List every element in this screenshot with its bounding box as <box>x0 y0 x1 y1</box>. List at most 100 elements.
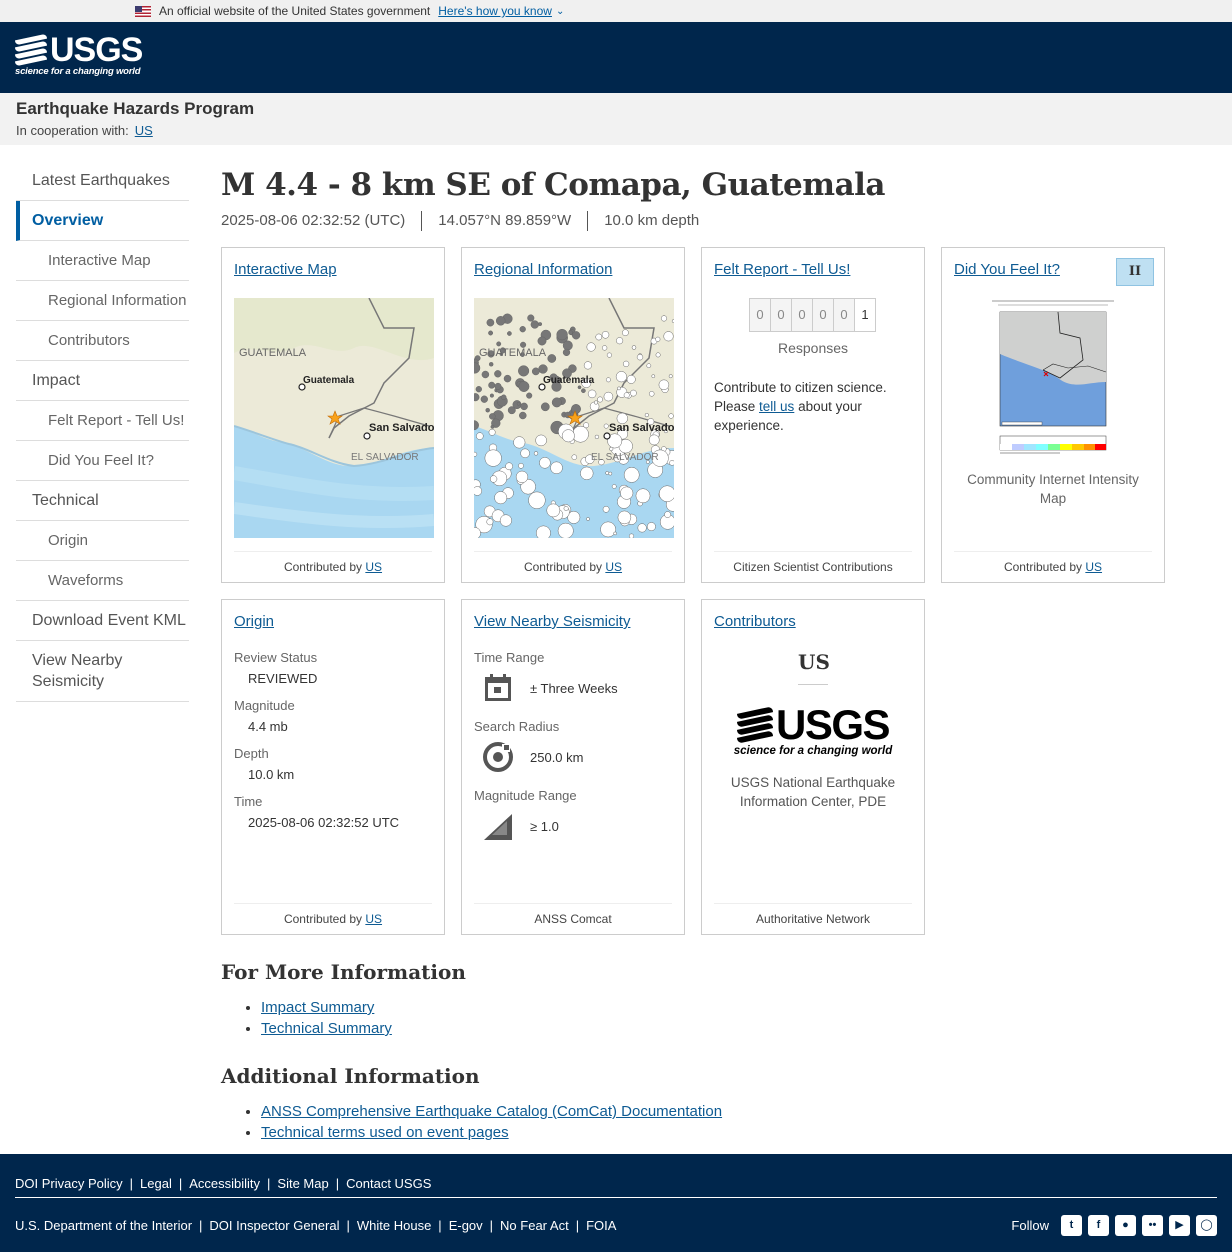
seismicity-dot <box>474 486 483 496</box>
contributors-footer: Authoritative Network <box>714 903 912 926</box>
seismicity-dot <box>484 449 502 467</box>
seismicity-dot <box>474 393 480 402</box>
cooperation-link[interactable]: US <box>135 123 153 138</box>
seismicity-dot <box>571 404 581 414</box>
seismicity-dot <box>489 413 496 420</box>
intensity-map-thumbnail[interactable] <box>988 298 1118 458</box>
sidebar-item-did-you-feel-it[interactable]: Did You Feel It? <box>16 441 189 481</box>
footer-link-egov[interactable]: E-gov <box>449 1218 483 1233</box>
seismicity-dot <box>546 503 561 518</box>
contributors-link[interactable]: Contributors <box>714 612 912 632</box>
seismicity-dot <box>562 340 573 351</box>
tell-us-link[interactable]: tell us <box>759 399 794 414</box>
sidebar-item-interactive-map[interactable]: Interactive Map <box>16 241 189 281</box>
origin-link[interactable]: Origin <box>234 612 432 632</box>
felt-report-link[interactable]: Felt Report - Tell Us! <box>714 260 912 280</box>
footer-link-contact[interactable]: Contact USGS <box>346 1176 431 1191</box>
how-you-know-link[interactable]: Here's how you know <box>438 4 552 18</box>
contributor-code: US <box>798 650 830 685</box>
technical-summary-link[interactable]: Technical Summary <box>261 1020 392 1037</box>
map-label-guatemala-city: Guatemala <box>303 375 355 386</box>
regional-contributor-link[interactable]: US <box>605 560 622 574</box>
footer-link-white-house[interactable]: White House <box>357 1218 431 1233</box>
seismicity-dot <box>551 397 562 408</box>
usgs-logo-word: USGS <box>50 31 143 69</box>
chevron-down-icon[interactable]: ⌄ <box>556 6 564 17</box>
seismicity-dot <box>488 330 494 336</box>
footer-link-legal[interactable]: Legal <box>140 1176 172 1191</box>
seismicity-dot <box>547 354 557 363</box>
seismicity-dot <box>507 331 512 336</box>
magnitude-range-value: ≥ 1.0 <box>530 818 559 834</box>
counter-digit: 0 <box>812 298 834 332</box>
youtube-icon[interactable]: ▶ <box>1169 1214 1190 1236</box>
origin-card[interactable]: Origin Review Status REVIEWED Magnitude … <box>221 599 445 935</box>
felt-report-card[interactable]: Felt Report - Tell Us! 0 0 0 0 0 1 Respo… <box>701 247 925 583</box>
seismicity-dot <box>603 423 609 429</box>
sidebar-item-technical[interactable]: Technical <box>16 481 189 521</box>
sidebar-item-origin[interactable]: Origin <box>16 521 189 561</box>
seismicity-dot <box>648 391 655 397</box>
impact-summary-link[interactable]: Impact Summary <box>261 999 374 1016</box>
footer-link-site-map[interactable]: Site Map <box>277 1176 328 1191</box>
site-footer: DOI Privacy Policy | Legal | Accessibility… <box>0 1154 1232 1252</box>
seismicity-dot <box>488 362 494 367</box>
seismicity-dot <box>519 326 526 333</box>
magnitude-value: 4.4 mb <box>248 719 288 734</box>
github-icon[interactable]: ● <box>1115 1214 1136 1236</box>
sidebar-item-felt-report[interactable]: Felt Report - Tell Us! <box>16 401 189 441</box>
interactive-map-card[interactable]: Interactive Map GUATEMALA Guatemala San … <box>221 247 445 583</box>
footer-link-accessibility[interactable]: Accessibility <box>189 1176 260 1191</box>
sidebar-item-overview[interactable]: Overview <box>16 201 189 241</box>
interactive-map-thumbnail[interactable]: GUATEMALA Guatemala San Salvador EL SALV… <box>234 298 434 538</box>
seismicity-dot <box>519 411 527 420</box>
sidebar-item-impact[interactable]: Impact <box>16 361 189 401</box>
regional-information-card[interactable]: Regional Information GUATEMALA Guatemala… <box>461 247 685 583</box>
dyfi-footer: Contributed by US <box>954 551 1152 574</box>
dyfi-card[interactable]: Did You Feel It? II Community Internet I… <box>941 247 1165 583</box>
sidebar-item-waveforms[interactable]: Waveforms <box>16 561 189 601</box>
seismicity-dot <box>660 315 668 322</box>
sidebar-item-nearby-seismicity[interactable]: View Nearby Seismicity <box>16 641 189 702</box>
flickr-icon[interactable]: •• <box>1142 1214 1163 1236</box>
dyfi-footer-prefix: Contributed by <box>1003 560 1083 574</box>
seismicity-dot <box>571 454 578 460</box>
map-label-guatemala-country: GUATEMALA <box>239 347 307 359</box>
sidebar-item-regional-information[interactable]: Regional Information <box>16 281 189 321</box>
regional-label-el-salvador: EL SALVADOR <box>591 452 659 463</box>
program-title[interactable]: Earthquake Hazards Program <box>16 99 1216 119</box>
interactive-map-link[interactable]: Interactive Map <box>234 260 432 280</box>
contributors-card[interactable]: Contributors US USGS science for a chang… <box>701 599 925 935</box>
footer-link-privacy[interactable]: DOI Privacy Policy <box>15 1176 123 1191</box>
seismicity-dot <box>613 531 617 536</box>
seismicity-dot <box>671 319 674 323</box>
nearby-seismicity-card[interactable]: View Nearby Seismicity Time Range ± Thre… <box>461 599 685 935</box>
usgs-logo[interactable]: USGS science for a changing world <box>15 31 143 77</box>
origin-contributor-link[interactable]: US <box>365 912 382 926</box>
facebook-icon[interactable]: f <box>1088 1214 1109 1236</box>
nearby-seismicity-footer: ANSS Comcat <box>474 903 672 926</box>
nearby-seismicity-link[interactable]: View Nearby Seismicity <box>474 612 672 632</box>
interactive-map-contributor-link[interactable]: US <box>365 560 382 574</box>
dyfi-contributor-link[interactable]: US <box>1085 560 1102 574</box>
footer-link-no-fear-act[interactable]: No Fear Act <box>500 1218 569 1233</box>
regional-label-san-salvador: San Salvador <box>609 422 674 434</box>
magnitude-label: Magnitude <box>234 698 295 713</box>
regional-map-thumbnail[interactable]: GUATEMALA Guatemala San Salvador EL SALV… <box>474 298 674 538</box>
footer-link-interior[interactable]: U.S. Department of the Interior <box>15 1218 192 1233</box>
responses-counter: 0 0 0 0 0 1 <box>714 298 912 332</box>
sidebar-item-contributors[interactable]: Contributors <box>16 321 189 361</box>
technical-terms-link[interactable]: Technical terms used on event pages <box>261 1124 509 1141</box>
footer-link-foia[interactable]: FOIA <box>586 1218 616 1233</box>
twitter-icon[interactable]: t <box>1061 1214 1082 1236</box>
sidebar-item-download-kml[interactable]: Download Event KML <box>16 601 189 641</box>
footer-link-inspector-general[interactable]: DOI Inspector General <box>209 1218 339 1233</box>
map-graphic: GUATEMALA Guatemala San Salvador EL SALV… <box>234 298 434 538</box>
comcat-docs-link[interactable]: ANSS Comprehensive Earthquake Catalog (C… <box>261 1103 722 1120</box>
seismicity-dot <box>635 488 651 504</box>
regional-information-link[interactable]: Regional Information <box>474 260 672 280</box>
seismicity-dot <box>550 461 563 475</box>
sidebar-item-latest-earthquakes[interactable]: Latest Earthquakes <box>16 161 189 201</box>
instagram-icon[interactable]: ◯ <box>1196 1214 1217 1236</box>
summary-cards: Interactive Map GUATEMALA Guatemala San … <box>221 247 1181 935</box>
